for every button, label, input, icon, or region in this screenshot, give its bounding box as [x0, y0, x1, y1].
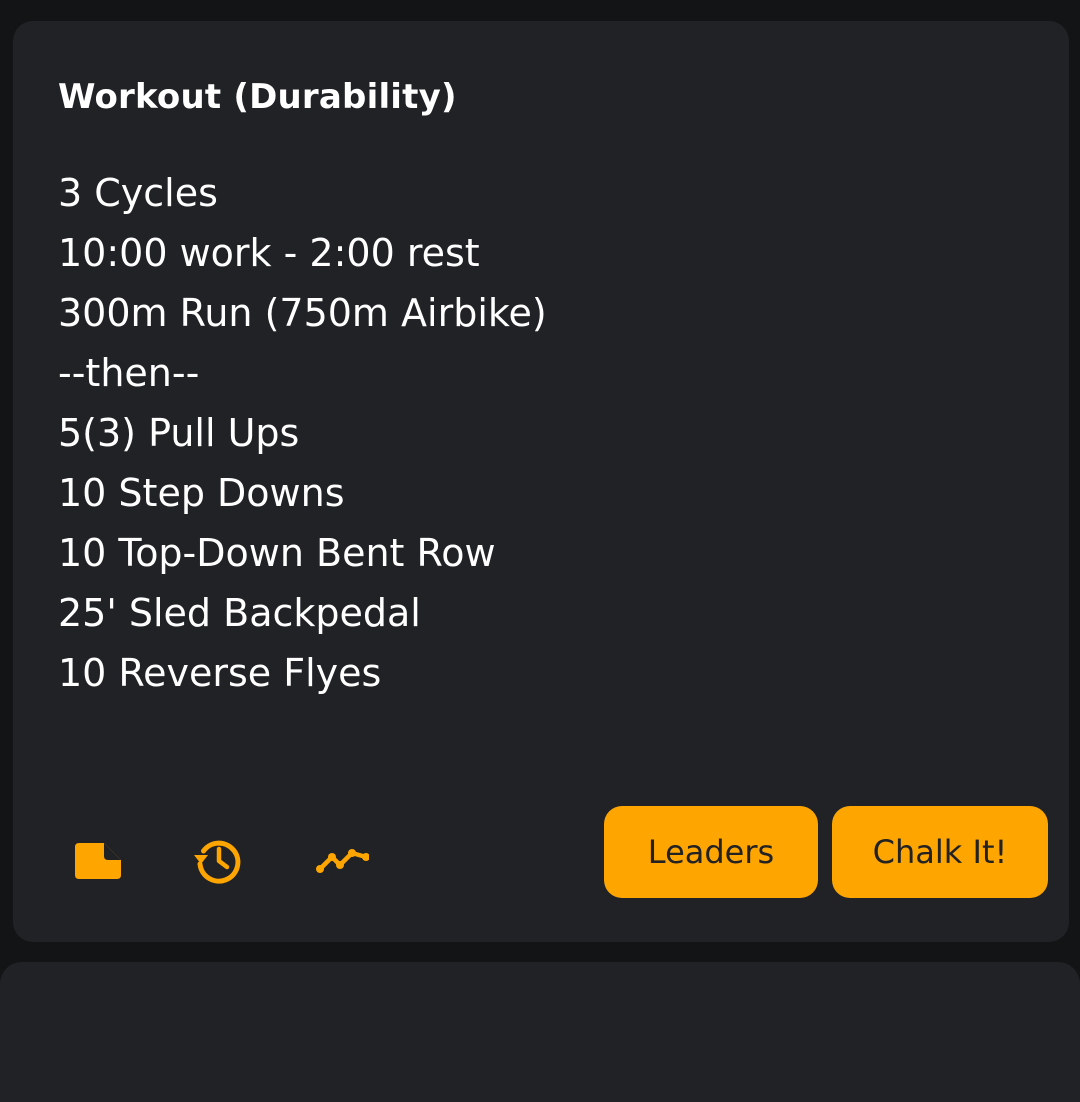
next-card [0, 962, 1080, 1102]
workout-line: 25' Sled Backpedal [58, 591, 421, 635]
workout-line: 10 Step Downs [58, 471, 345, 515]
workout-line: 300m Run (750m Airbike) [58, 291, 547, 335]
workout-line: 10:00 work - 2:00 rest [58, 231, 480, 275]
history-icon[interactable] [189, 831, 245, 887]
workout-card: Workout (Durability) 3 Cycles 10:00 work… [13, 21, 1069, 942]
workout-line: --then-- [58, 351, 200, 395]
leaders-button[interactable]: Leaders [604, 806, 818, 898]
trend-chart-icon[interactable] [313, 831, 369, 887]
chalk-it-button[interactable]: Chalk It! [832, 806, 1048, 898]
workout-description: 3 Cycles 10:00 work - 2:00 rest 300m Run… [58, 163, 547, 703]
workout-line: 10 Reverse Flyes [58, 651, 382, 695]
workout-line: 10 Top-Down Bent Row [58, 531, 496, 575]
workout-line: 5(3) Pull Ups [58, 411, 300, 455]
note-icon[interactable] [68, 831, 124, 887]
workout-title: Workout (Durability) [58, 77, 457, 117]
workout-line: 3 Cycles [58, 171, 218, 215]
